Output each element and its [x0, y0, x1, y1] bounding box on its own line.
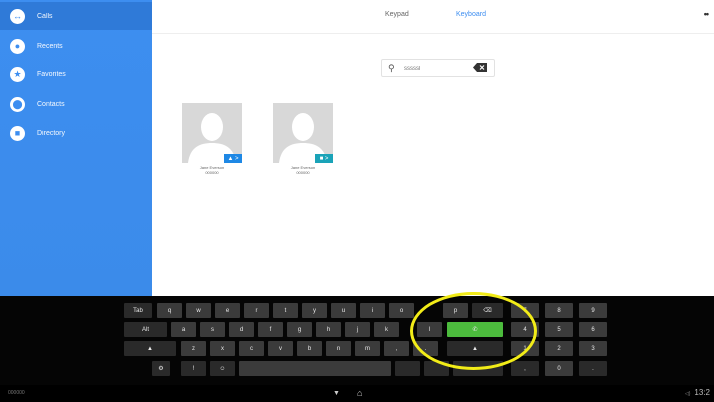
key-i[interactable]: i: [360, 303, 385, 318]
key-underscore[interactable]: [424, 361, 449, 376]
key-r[interactable]: r: [244, 303, 269, 318]
contact-card[interactable]: ■ >: [273, 103, 333, 163]
numpad-5[interactable]: 5: [545, 322, 573, 337]
key-z[interactable]: z: [181, 341, 206, 356]
call-button[interactable]: ✆: [447, 322, 503, 337]
overflow-menu-icon[interactable]: ••: [704, 9, 709, 19]
sidebar-item-favorites[interactable]: ★ Favorites: [0, 60, 152, 88]
numpad-comma[interactable]: ,: [511, 361, 539, 376]
key-x[interactable]: x: [210, 341, 235, 356]
contact-name: Jane Everson 000000: [273, 165, 333, 175]
key-alt[interactable]: Alt: [124, 322, 167, 337]
emoji-key[interactable]: ☺: [210, 361, 235, 376]
contact-type-badge: ■ >: [315, 154, 333, 163]
sidebar-item-directory[interactable]: ■ Directory: [0, 119, 152, 147]
sidebar-item-contacts[interactable]: ⬤ Contacts: [0, 90, 152, 118]
key-o[interactable]: o: [389, 303, 414, 318]
person-icon: ⬤: [10, 96, 25, 112]
key-enter[interactable]: [453, 361, 503, 376]
status-area: ◁) 13:2: [685, 388, 710, 397]
key-space[interactable]: [239, 361, 391, 376]
numpad-6[interactable]: 6: [579, 322, 607, 337]
contact-name: Jane Everson 000000: [182, 165, 242, 175]
key-k[interactable]: k: [374, 322, 399, 337]
key-v[interactable]: v: [268, 341, 293, 356]
key-t[interactable]: t: [273, 303, 298, 318]
sidebar-item-recents[interactable]: ● Recents: [0, 32, 152, 60]
sidebar-item-label: Contacts: [37, 100, 65, 108]
numpad-8[interactable]: 8: [545, 303, 573, 318]
search-input[interactable]: [404, 62, 460, 75]
key-g[interactable]: g: [287, 322, 312, 337]
key-c[interactable]: c: [239, 341, 264, 356]
key-exclaim[interactable]: !: [181, 361, 206, 376]
key-l[interactable]: l: [417, 322, 442, 337]
phone-icon: ↔: [10, 8, 25, 24]
numpad-0[interactable]: 0: [545, 361, 573, 376]
numpad-9[interactable]: 9: [579, 303, 607, 318]
key-shift-left[interactable]: ▲: [124, 341, 176, 356]
sidebar-item-label: Calls: [37, 12, 53, 20]
numpad-3[interactable]: 3: [579, 341, 607, 356]
back-icon[interactable]: ▼: [333, 390, 340, 397]
key-h[interactable]: h: [316, 322, 341, 337]
soft-keyboard: Tab q w e r t y u i o p ⌫ Alt a s d f g …: [0, 296, 714, 385]
star-icon: ★: [10, 66, 25, 82]
key-d[interactable]: d: [229, 322, 254, 337]
sidebar-item-label: Recents: [37, 42, 63, 50]
tab-keypad[interactable]: Keypad: [385, 11, 409, 18]
key-p[interactable]: p: [443, 303, 468, 318]
key-backspace[interactable]: ⌫: [472, 303, 503, 318]
key-e[interactable]: e: [215, 303, 240, 318]
key-period[interactable]: .: [413, 341, 438, 356]
key-comma[interactable]: ,: [384, 341, 409, 356]
contact-number: 000000: [205, 170, 219, 175]
key-a[interactable]: a: [171, 322, 196, 337]
key-w[interactable]: w: [186, 303, 211, 318]
search-icon: ⚲: [388, 63, 395, 73]
nav-left-label: 000000: [8, 390, 25, 396]
settings-key[interactable]: ⚙: [152, 361, 170, 376]
sidebar-item-label: Directory: [37, 129, 66, 137]
key-shift-right[interactable]: ▲: [447, 341, 503, 356]
key-m[interactable]: m: [355, 341, 380, 356]
clock-icon: ●: [10, 38, 25, 54]
numpad-7[interactable]: 7: [511, 303, 539, 318]
numpad-4[interactable]: 4: [511, 322, 539, 337]
key-tab[interactable]: Tab: [124, 303, 152, 318]
contact-number: 000000: [296, 170, 310, 175]
key-b[interactable]: b: [297, 341, 322, 356]
sidebar: ↔ Calls ● Recents ★ Favorites ⬤ Contacts…: [0, 0, 152, 296]
clear-input-icon[interactable]: [473, 63, 487, 72]
key-j[interactable]: j: [345, 322, 370, 337]
key-dash[interactable]: [395, 361, 420, 376]
key-u[interactable]: u: [331, 303, 356, 318]
key-y[interactable]: y: [302, 303, 327, 318]
directory-icon: ■: [10, 125, 25, 141]
sidebar-item-calls[interactable]: ↔ Calls: [0, 2, 152, 30]
sidebar-item-label: Favorites: [37, 70, 66, 78]
numpad-period[interactable]: .: [579, 361, 607, 376]
key-s[interactable]: s: [200, 322, 225, 337]
system-nav-bar: 000000 ▼ ⌂ ◁) 13:2: [0, 385, 714, 402]
contact-type-badge: ▲ >: [224, 154, 242, 163]
numpad-1[interactable]: 1: [511, 341, 539, 356]
key-f[interactable]: f: [258, 322, 283, 337]
home-icon[interactable]: ⌂: [357, 388, 362, 398]
contact-card[interactable]: ▲ >: [182, 103, 242, 163]
key-q[interactable]: q: [157, 303, 182, 318]
top-bar: Keypad Keyboard ••: [152, 0, 714, 34]
volume-icon: ◁): [684, 391, 691, 397]
clock-text: 13:2: [694, 388, 710, 397]
tab-keyboard[interactable]: Keyboard: [456, 11, 486, 18]
numpad-2[interactable]: 2: [545, 341, 573, 356]
key-n[interactable]: n: [326, 341, 351, 356]
